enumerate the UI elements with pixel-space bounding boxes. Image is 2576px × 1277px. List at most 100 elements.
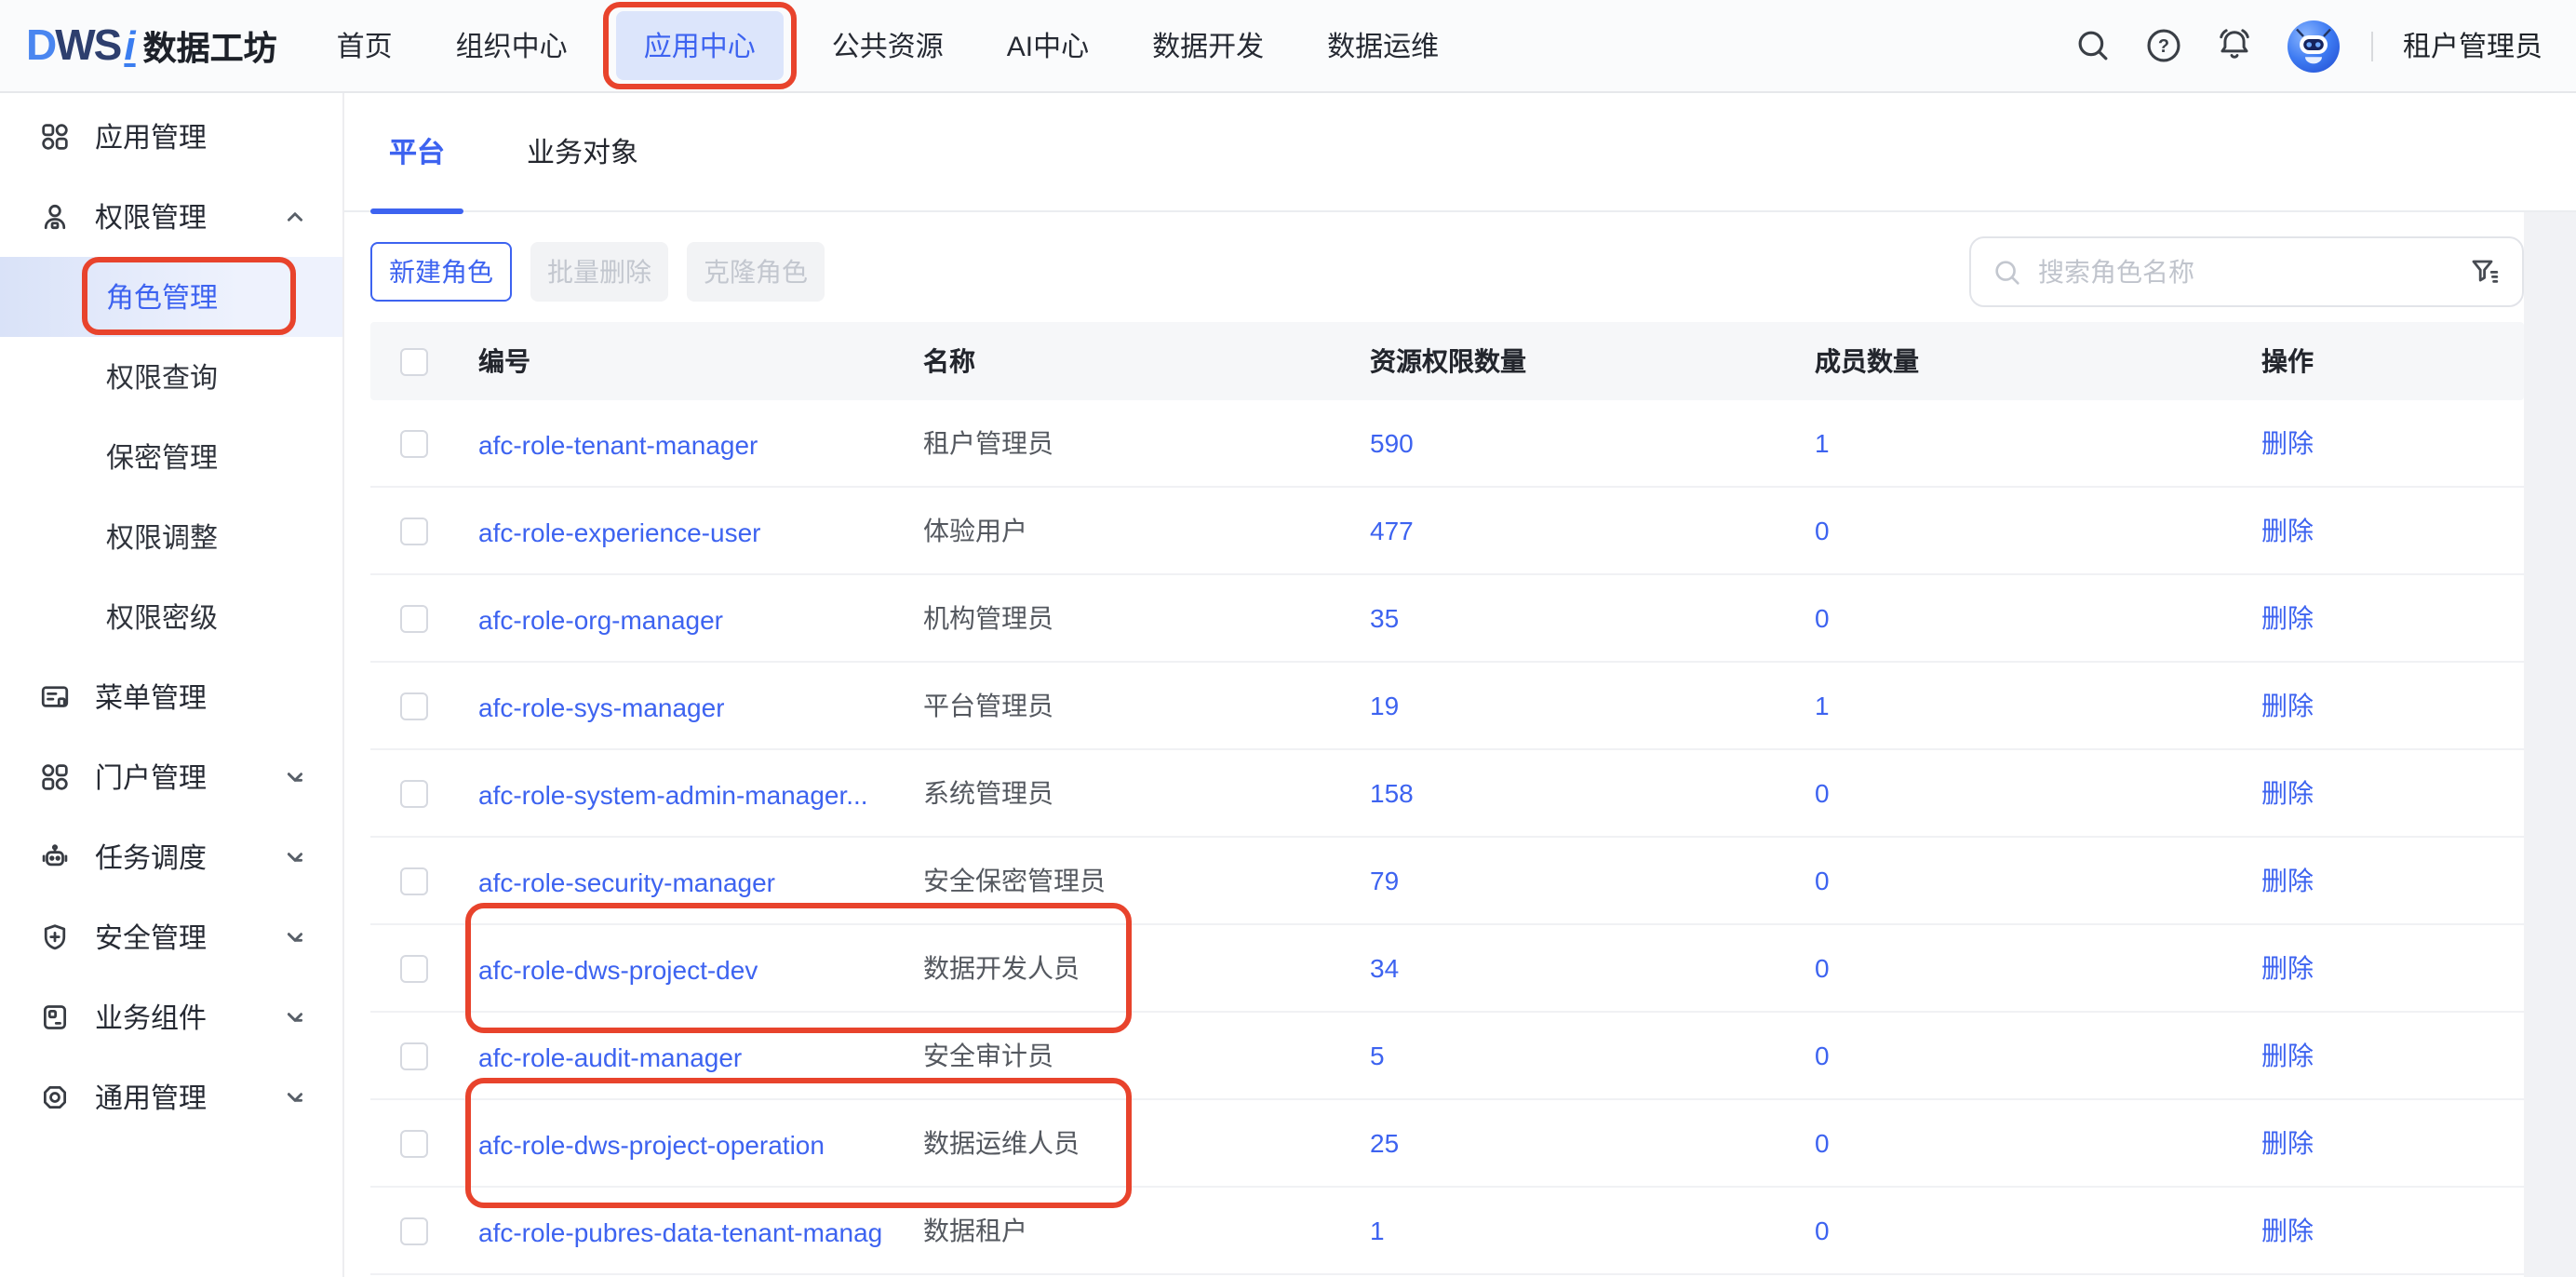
bell-icon[interactable] [2215,25,2256,66]
role-id-link[interactable]: afc-role-pubres-data-tenant-manag [478,1217,882,1246]
clone-role-button[interactable]: 克隆角色 [687,242,825,302]
tab-business-object[interactable]: 业务对象 [508,92,657,211]
member-count-link[interactable]: 0 [1815,516,1830,545]
role-id-link[interactable]: afc-role-system-admin-manager... [478,779,868,809]
member-count-link[interactable]: 0 [1815,1216,1830,1245]
settings-nut-icon [39,1082,71,1113]
topnav-item-label: 首页 [337,32,393,63]
member-count-link[interactable]: 0 [1815,866,1830,895]
sidebar-item-biz-component[interactable]: 业务组件 [0,977,342,1057]
delete-link[interactable]: 删除 [2261,691,2314,720]
filter-icon[interactable] [2468,255,2502,289]
search-input-icon [1992,256,2023,288]
resource-count-link[interactable]: 1 [1370,1216,1385,1245]
delete-link[interactable]: 删除 [2261,516,2314,545]
delete-link[interactable]: 删除 [2261,778,2314,808]
row-select-checkbox[interactable] [400,429,428,457]
row-select-checkbox[interactable] [400,1042,428,1069]
delete-link[interactable]: 删除 [2261,1216,2314,1245]
role-id-link[interactable]: afc-role-tenant-manager [478,429,758,459]
resource-count-link[interactable]: 19 [1370,691,1399,720]
resource-count-link[interactable]: 590 [1370,428,1414,458]
delete-link[interactable]: 删除 [2261,1128,2314,1158]
role-id-cell: afc-role-org-manager [478,602,923,635]
topnav-item-home[interactable]: 首页 [322,11,408,80]
select-all-checkbox[interactable] [400,347,428,375]
resource-count-link[interactable]: 79 [1370,866,1399,895]
delete-link[interactable]: 删除 [2261,428,2314,458]
sidebar-item-task-schedule[interactable]: 任务调度 [0,817,342,897]
resource-count-link[interactable]: 158 [1370,778,1414,808]
user-role-label[interactable]: 租户管理员 [2403,26,2542,65]
resource-count-link[interactable]: 34 [1370,953,1399,983]
search-icon[interactable] [2073,25,2114,66]
sidebar-item-label: 业务组件 [95,998,207,1037]
sidebar-item-app-mgmt[interactable]: 应用管理 [0,97,342,177]
role-id-link[interactable]: afc-role-security-manager [478,867,775,896]
row-select-checkbox[interactable] [400,779,428,807]
sidebar-item-general-mgmt[interactable]: 通用管理 [0,1057,342,1137]
resource-count-link[interactable]: 35 [1370,603,1399,633]
role-id-link[interactable]: afc-role-dws-project-dev [478,954,758,984]
tab-platform[interactable]: 平台 [370,92,463,211]
actions-cell: 删除 [2261,424,2524,462]
resource-count-link[interactable]: 5 [1370,1041,1385,1070]
table-row: afc-role-sys-manager 平台管理员19 1 删除 [370,663,2524,750]
member-count-link[interactable]: 1 [1815,691,1830,720]
member-count-cell: 1 [1815,428,2261,458]
batch-delete-button[interactable]: 批量删除 [530,242,668,302]
topnav-item-data-ops[interactable]: 数据运维 [1312,11,1454,80]
member-count-link[interactable]: 0 [1815,1128,1830,1158]
delete-link[interactable]: 删除 [2261,1041,2314,1070]
row-select-checkbox[interactable] [400,867,428,894]
role-id-link[interactable]: afc-role-dws-project-operation [478,1129,825,1159]
scroll-gutter [2524,212,2576,1277]
delete-link[interactable]: 删除 [2261,953,2314,983]
role-search-input[interactable] [2038,257,2453,287]
actions-cell: 删除 [2261,1124,2524,1162]
member-count-cell: 0 [1815,866,2261,895]
row-select-checkbox[interactable] [400,692,428,719]
role-id-link[interactable]: afc-role-audit-manager [478,1042,742,1071]
topnav-item-public-resource[interactable]: 公共资源 [817,11,959,80]
role-id-cell: afc-role-dws-project-dev [478,952,923,985]
row-select-checkbox[interactable] [400,1129,428,1157]
row-select-checkbox[interactable] [400,954,428,982]
member-count-link[interactable]: 0 [1815,953,1830,983]
sidebar: 应用管理权限管理角色管理权限查询保密管理权限调整权限密级菜单管理门户管理任务调度… [0,93,344,1277]
resource-count-link[interactable]: 477 [1370,516,1414,545]
role-id-link[interactable]: afc-role-org-manager [478,604,723,634]
row-checkbox-cell [400,692,478,719]
topnav-item-data-dev[interactable]: 数据开发 [1137,11,1279,80]
help-icon[interactable]: ? [2144,25,2185,66]
role-id-link[interactable]: afc-role-experience-user [478,517,760,546]
chevron-down-icon [285,927,305,948]
member-count-link[interactable]: 0 [1815,778,1830,808]
row-select-checkbox[interactable] [400,517,428,544]
resource-count-link[interactable]: 25 [1370,1128,1399,1158]
topnav-item-org-center[interactable]: 组织中心 [441,11,583,80]
row-select-checkbox[interactable] [400,604,428,632]
member-count-link[interactable]: 1 [1815,428,1830,458]
topnav-item-app-center[interactable]: 应用中心 [616,11,784,80]
assistant-avatar[interactable] [2286,18,2341,74]
sidebar-item-role-mgmt[interactable]: 角色管理 [0,257,342,337]
sidebar-item-perm-mgmt[interactable]: 权限管理 [0,177,342,257]
sidebar-item-security-mgmt[interactable]: 安全管理 [0,897,342,977]
sidebar-item-portal-mgmt[interactable]: 门户管理 [0,737,342,817]
member-count-link[interactable]: 0 [1815,1041,1830,1070]
row-select-checkbox[interactable] [400,1217,428,1244]
role-id-link[interactable]: afc-role-sys-manager [478,692,725,721]
sidebar-item-perm-query[interactable]: 权限查询 [0,337,342,417]
new-role-button[interactable]: 新建角色 [370,242,512,302]
resource-count-cell: 5 [1370,1041,1815,1070]
delete-link[interactable]: 删除 [2261,603,2314,633]
member-count-link[interactable]: 0 [1815,603,1830,633]
sidebar-item-perm-level[interactable]: 权限密级 [0,577,342,657]
delete-link[interactable]: 删除 [2261,866,2314,895]
sidebar-item-menu-mgmt[interactable]: 菜单管理 [0,657,342,737]
role-name-cell: 平台管理员 [923,687,1370,724]
topnav-item-ai-center[interactable]: AI中心 [992,11,1104,80]
sidebar-item-perm-adjust[interactable]: 权限调整 [0,497,342,577]
sidebar-item-secrecy-mgmt[interactable]: 保密管理 [0,417,342,497]
